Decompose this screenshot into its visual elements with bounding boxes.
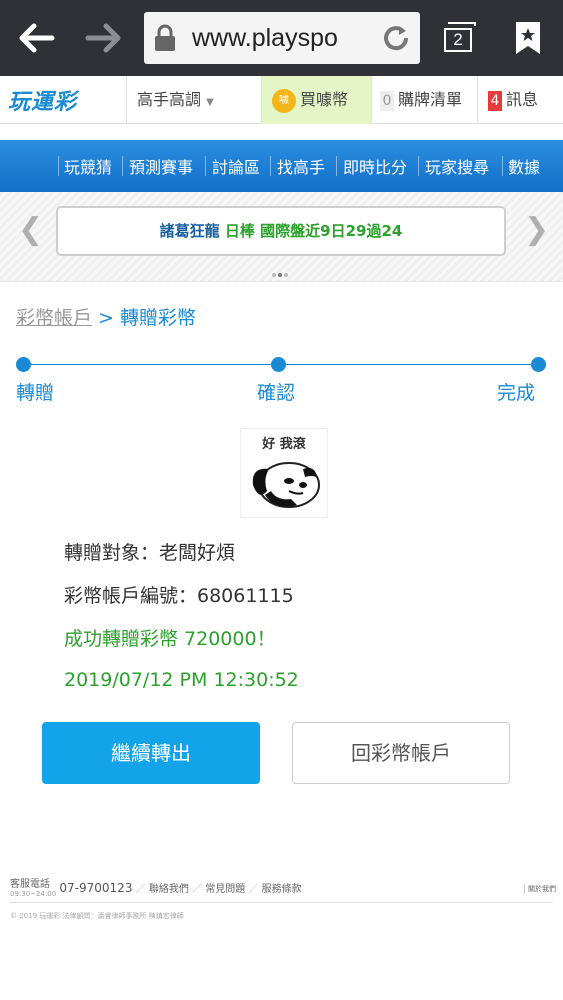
ticker-area: ❮ 諸葛狂龍 日棒 國際盤近9日29過24 ❯ <box>0 192 563 282</box>
tab-count: 2 <box>444 28 472 52</box>
menu-item-player-search[interactable]: 玩家搜尋 <box>425 154 489 178</box>
service-phone: 07-9700123 <box>59 881 133 895</box>
panda-meme-image: 好 我滾 <box>240 428 328 518</box>
step-label-transfer: 轉贈 <box>16 382 55 404</box>
breadcrumb-sep: > <box>98 307 114 329</box>
ticker-banner[interactable]: 諸葛狂龍 日棒 國際盤近9日29過24 <box>56 206 506 256</box>
breadcrumb-parent[interactable]: 彩幣帳戶 <box>16 307 92 329</box>
menu-item-predict[interactable]: 預測賽事 <box>129 154 193 178</box>
buy-coin-label: 買噱幣 <box>300 90 349 109</box>
account-number: 彩幣帳戶編號：68061115 <box>64 585 294 607</box>
caret-down-icon: ▼ <box>206 97 214 108</box>
menu-item-find-experts[interactable]: 找高手 <box>277 154 325 178</box>
step-dot-confirm <box>271 357 286 372</box>
transfer-target: 轉贈對象：老闆好煩 <box>64 542 236 564</box>
footer-links: 客服電話 09:30~24:00 07-9700123 ／ 聯絡我們 ／ 常見問… <box>10 879 302 899</box>
site-logo[interactable]: 玩運彩 <box>8 84 90 116</box>
arrow-right-icon[interactable] <box>82 14 126 62</box>
site-header: 玩運彩 高手高調 ▼ 噱買噱幣 0 購牌清單 4 訊息 <box>0 76 563 124</box>
faq-link[interactable]: 常見問題 <box>205 884 245 895</box>
chevron-left-icon[interactable]: ❮ <box>18 212 43 248</box>
ticker-record: 國際盤近9日29過24 <box>260 222 403 240</box>
copyright-text: © 2019 玩運彩 法律顧問：瀛睿律師事務所 陳鎮宏律師 <box>10 912 184 920</box>
meme-caption: 好 我滾 <box>262 437 306 452</box>
step-dot-transfer <box>16 357 31 372</box>
experts-dropdown[interactable]: 高手高調 ▼ <box>126 76 261 124</box>
menu-item-live-score[interactable]: 即時比分 <box>343 154 407 178</box>
message-count: 4 <box>488 90 502 111</box>
messages-link[interactable]: 4 訊息 <box>477 76 563 124</box>
reload-icon[interactable] <box>380 22 412 61</box>
contact-link[interactable]: 聯絡我們 <box>149 884 189 895</box>
back-to-account-button[interactable]: 回彩幣帳戶 <box>292 722 510 784</box>
about-link[interactable]: 關於我們 <box>524 884 556 894</box>
buy-coin-button[interactable]: 噱買噱幣 <box>261 76 371 124</box>
transfer-timestamp: 2019/07/12 PM 12:30:52 <box>64 669 299 691</box>
menu-item-stats[interactable]: 數據 <box>508 154 540 178</box>
pager-dots <box>272 262 292 277</box>
cart-count: 0 <box>380 90 394 111</box>
step-dot-done <box>531 357 546 372</box>
ticker-tag: 日棒 <box>224 222 255 240</box>
arrow-left-icon[interactable] <box>14 14 58 62</box>
main-menu: 玩競猜 預測賽事 討論區 找高手 即時比分 玩家搜尋 數據 <box>0 140 563 192</box>
chevron-right-icon[interactable]: ❯ <box>524 212 549 248</box>
address-bar[interactable]: www.playspo <box>144 12 420 64</box>
step-label-confirm: 確認 <box>257 382 296 404</box>
cart-link[interactable]: 0 購牌清單 <box>371 76 477 124</box>
menu-item-forum[interactable]: 討論區 <box>212 154 260 178</box>
footer-divider <box>10 902 553 903</box>
terms-link[interactable]: 服務條款 <box>262 884 302 895</box>
success-message: 成功轉贈彩幣 720000！ <box>64 628 276 650</box>
ticker-name: 諸葛狂龍 <box>159 222 220 240</box>
step-label-done: 完成 <box>497 382 536 404</box>
breadcrumb: 彩幣帳戶 > 轉贈彩幣 <box>16 303 196 330</box>
experts-label: 高手高調 <box>137 90 202 109</box>
cart-label: 購牌清單 <box>398 90 463 109</box>
messages-label: 訊息 <box>506 90 539 109</box>
browser-toolbar: www.playspo 2 <box>0 0 563 76</box>
service-hours: 09:30~24:00 <box>10 890 57 898</box>
url-text: www.playspo <box>192 24 338 52</box>
service-phone-label: 客服電話 <box>10 879 50 890</box>
bookmark-star-icon[interactable] <box>513 20 543 56</box>
lock-icon <box>154 24 176 52</box>
continue-transfer-button[interactable]: 繼續轉出 <box>42 722 260 784</box>
menu-item-guess[interactable]: 玩競猜 <box>64 154 112 178</box>
breadcrumb-current: 轉贈彩幣 <box>120 307 197 329</box>
tab-switcher-button[interactable]: 2 <box>438 20 478 56</box>
coin-icon: 噱 <box>272 88 296 113</box>
